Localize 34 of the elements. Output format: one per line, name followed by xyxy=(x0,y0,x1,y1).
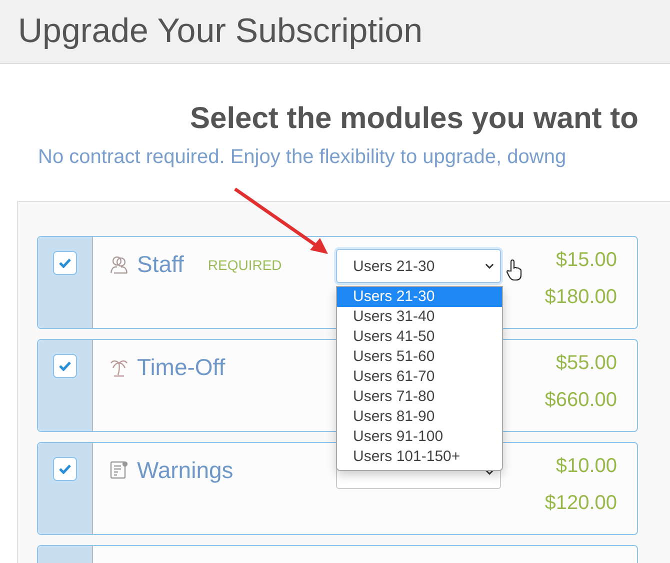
dropdown-option[interactable]: Users 51-60 xyxy=(337,347,502,367)
module-name: Staff xyxy=(137,251,184,278)
section-heading: Select the modules you want to xyxy=(190,102,640,136)
yearly-price: $660.00 xyxy=(544,389,617,412)
monthly-price: $10.00 xyxy=(556,455,617,478)
caret-icon xyxy=(485,263,494,269)
monthly-price: $15.00 xyxy=(556,249,617,272)
checkbox[interactable] xyxy=(53,251,77,275)
checkbox[interactable] xyxy=(53,354,77,378)
dropdown-option[interactable]: Users 91-100 xyxy=(337,427,502,447)
hand-cursor-icon xyxy=(506,259,522,281)
required-label: REQUIRED xyxy=(208,257,282,273)
dropdown-option[interactable]: Users 61-70 xyxy=(337,367,502,387)
caret-icon xyxy=(485,469,494,475)
user-tier-select[interactable]: Users 21-30 xyxy=(336,249,501,283)
check-icon xyxy=(59,361,71,371)
checkbox[interactable] xyxy=(53,457,77,481)
dropdown-option[interactable]: Users 31-40 xyxy=(337,307,502,327)
dropdown-option[interactable]: Users 81-90 xyxy=(337,407,502,427)
dropdown-option[interactable]: Users 21-30 xyxy=(337,287,502,307)
people-icon xyxy=(109,254,129,274)
check-icon xyxy=(59,258,71,268)
dropdown-option[interactable]: Users 71-80 xyxy=(337,387,502,407)
module-name: Warnings xyxy=(137,457,234,484)
subtitle-text: No contract required. Enjoy the flexibility to upgrade, downg xyxy=(38,146,568,169)
module-name: Time-Off xyxy=(137,354,226,381)
dropdown-option[interactable]: Users 41-50 xyxy=(337,327,502,347)
check-icon xyxy=(59,464,71,474)
monthly-price: $55.00 xyxy=(556,352,617,375)
document-icon xyxy=(109,460,129,480)
dropdown-option[interactable]: Users 101-150+ xyxy=(337,447,502,467)
yearly-price: $120.00 xyxy=(544,492,617,515)
yearly-price: $180.00 xyxy=(544,286,617,309)
page-title: Upgrade Your Subscription xyxy=(18,12,422,50)
